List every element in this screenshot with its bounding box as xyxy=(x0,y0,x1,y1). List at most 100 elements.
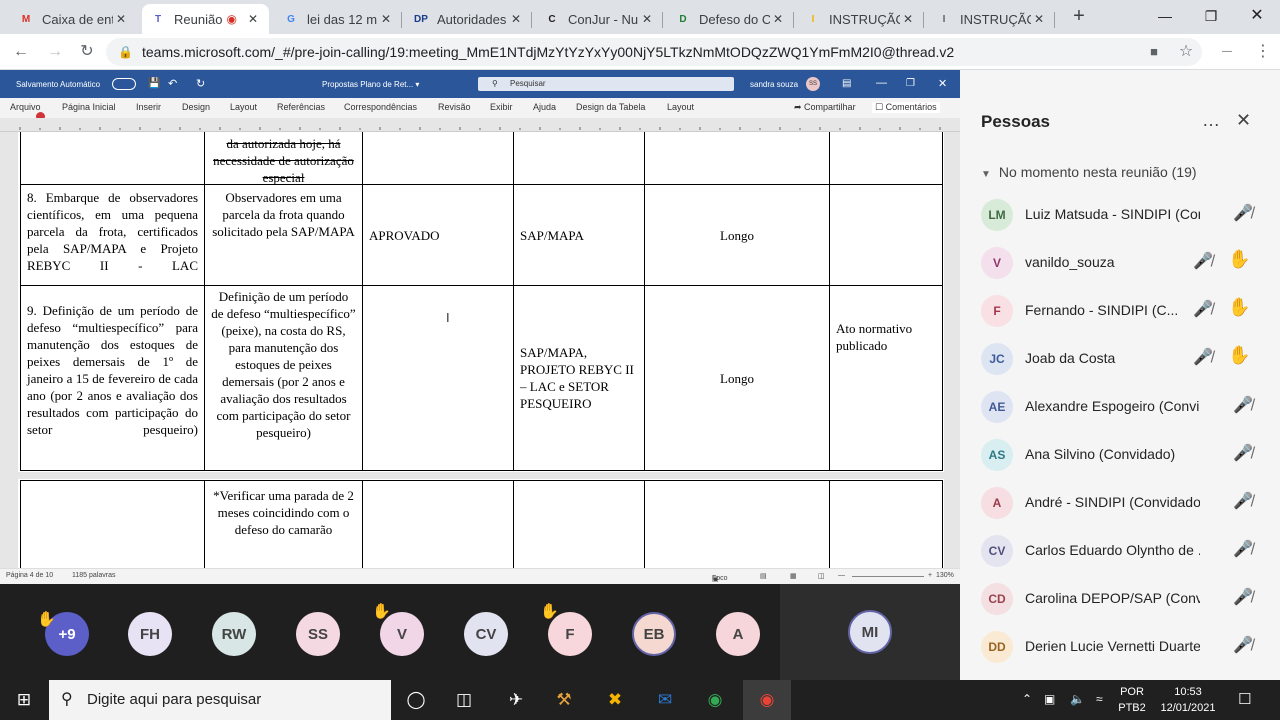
self-video-tile[interactable]: MI xyxy=(780,584,960,680)
browser-tab[interactable]: C ConJur - Nu ✕ xyxy=(536,4,663,34)
participant-row[interactable]: AE Alexandre Espogeiro (Convi... 🎤̸ xyxy=(960,383,1280,431)
address-bar[interactable]: 🔒 teams.microsoft.com/_#/pre-join-callin… xyxy=(106,38,1202,66)
raised-hand-icon: ✋ xyxy=(37,611,56,628)
bookmark-star-icon[interactable]: ☆ xyxy=(1175,41,1197,63)
tab-close-icon[interactable]: ✕ xyxy=(113,12,129,26)
task-view-icon[interactable]: ◫ xyxy=(452,688,476,712)
search-placeholder: Pesquisar xyxy=(510,79,546,88)
participant-avatar[interactable]: FH xyxy=(128,612,172,656)
reload-icon[interactable]: ↻ xyxy=(76,41,98,63)
redo-icon[interactable]: ↻ xyxy=(196,77,205,90)
word-menu-item[interactable]: Layout xyxy=(230,102,257,112)
participant-row[interactable]: Vvanildo_souza 🎤̸ ✋ xyxy=(960,239,1280,287)
document-area[interactable]: da autorizada hoje, há necessidade de au… xyxy=(0,132,960,568)
participant-avatar[interactable]: CV xyxy=(464,612,508,656)
browser-tab[interactable]: Glei das 12 m ✕ xyxy=(275,4,402,34)
participant-row[interactable]: CV Carlos Eduardo Olyntho de ... 🎤̸ xyxy=(960,527,1280,575)
cortana-icon[interactable]: ◯ xyxy=(404,688,428,712)
web-layout-icon[interactable]: ◫ xyxy=(818,572,825,580)
minimize-button[interactable]: — xyxy=(1142,0,1188,32)
restore-button[interactable]: ❐ xyxy=(1188,0,1234,32)
word-search-box[interactable]: ⚲ Pesquisar xyxy=(478,77,734,91)
mail-icon[interactable]: ✉ xyxy=(653,688,677,712)
participant-row[interactable]: JC Joab da Costa 🎤̸ ✋ xyxy=(960,335,1280,383)
word-close-icon[interactable]: ✕ xyxy=(938,77,947,90)
participant-row[interactable]: DD Derien Lucie Vernetti Duarte 🎤̸ xyxy=(960,623,1280,671)
word-minimize-icon[interactable]: — xyxy=(876,77,887,89)
word-menu-item[interactable]: Exibir xyxy=(490,102,513,112)
participant-avatar[interactable]: RW xyxy=(212,612,256,656)
chrome-menu-icon[interactable]: ⋮ xyxy=(1252,41,1274,63)
zoom-slider[interactable] xyxy=(852,576,924,577)
battery-icon[interactable]: ▣ xyxy=(1044,692,1055,706)
undo-icon[interactable]: ↶ xyxy=(168,77,177,90)
word-menu-item[interactable]: Ajuda xyxy=(533,102,556,112)
language-indicator[interactable]: POR PTB2 xyxy=(1118,684,1146,716)
taskbar-search[interactable]: ⚲ Digite aqui para pesquisar xyxy=(49,680,391,720)
word-menu-item[interactable]: Design xyxy=(182,102,210,112)
tab-close-icon[interactable]: ✕ xyxy=(770,12,786,26)
close-window-button[interactable]: ✕ xyxy=(1234,0,1280,32)
chrome-active-icon[interactable]: ◉ xyxy=(743,680,791,720)
ribbon-display-icon[interactable]: ▤ xyxy=(842,78,851,89)
autosave-toggle[interactable] xyxy=(112,78,136,90)
app-x-icon[interactable]: ✖ xyxy=(603,688,627,712)
participant-row[interactable]: CD Carolina DEPOP/SAP (Convi... 🎤̸ xyxy=(960,575,1280,623)
new-tab-button[interactable]: + xyxy=(1068,6,1090,28)
back-icon[interactable]: ← xyxy=(10,41,32,63)
participant-row[interactable]: F Fernando - SINDIPI (C... 🎤̸ ✋ xyxy=(960,287,1280,335)
clock[interactable]: 10:53 12/01/2021 xyxy=(1152,684,1224,716)
zoom-out-icon[interactable]: — xyxy=(838,572,845,579)
tab-close-icon[interactable]: ✕ xyxy=(245,12,261,26)
wifi-icon[interactable]: ≈ xyxy=(1096,692,1103,706)
camera-icon[interactable]: ■ xyxy=(1143,41,1165,63)
windows-start-icon[interactable]: ⊞ xyxy=(12,688,36,712)
participant-avatar[interactable]: SS xyxy=(296,612,340,656)
tab-close-icon[interactable]: ✕ xyxy=(1031,12,1047,26)
tab-close-icon[interactable]: ✕ xyxy=(508,12,524,26)
browser-tab[interactable]: D Defeso do C ✕ xyxy=(667,4,794,34)
print-layout-icon[interactable]: ▦ xyxy=(790,572,797,580)
app-icon[interactable]: ✈ xyxy=(504,688,528,712)
word-restore-icon[interactable]: ❐ xyxy=(906,78,915,89)
profile-icon[interactable]: ― xyxy=(1212,41,1242,63)
participant-avatar[interactable]: A xyxy=(716,612,760,656)
browser-tab[interactable]: M Caixa de ent ✕ xyxy=(10,4,137,34)
tab-close-icon[interactable]: ✕ xyxy=(378,12,394,26)
volume-icon[interactable]: 🔈 xyxy=(1070,692,1085,706)
chrome-icon[interactable]: ◉ xyxy=(703,688,727,712)
browser-tab[interactable]: T Reunião ◉ ✕ xyxy=(142,4,269,34)
participant-row[interactable]: AS Ana Silvino (Convidado) 🎤̸ xyxy=(960,431,1280,479)
app-tool-icon[interactable]: ⚒ xyxy=(552,688,576,712)
zoom-in-icon[interactable]: + xyxy=(928,572,932,579)
comments-button[interactable]: ☐ Comentários xyxy=(872,102,940,113)
share-button[interactable]: ➦ Compartilhar xyxy=(794,102,856,113)
word-menu-item[interactable]: Layout xyxy=(667,102,694,112)
word-menu-item[interactable]: Design da Tabela xyxy=(576,102,645,112)
participant-row[interactable]: A André - SINDIPI (Convidado) 🎤̸ xyxy=(960,479,1280,527)
zoom-level[interactable]: 130% xyxy=(936,572,954,579)
more-options-icon[interactable]: … xyxy=(1202,110,1220,131)
section-header[interactable]: ▼ No momento nesta reunião (19) xyxy=(981,164,1197,180)
word-menu-item[interactable]: Arquivo xyxy=(10,102,41,112)
browser-tab[interactable]: DP Autoridades ✕ xyxy=(405,4,532,34)
word-menu-item[interactable]: Referências xyxy=(277,102,325,112)
tray-chevron-icon[interactable]: ⌃ xyxy=(1022,692,1032,706)
forward-icon[interactable]: → xyxy=(44,41,66,63)
notifications-icon[interactable]: ☐ xyxy=(1238,690,1251,708)
status-text: APROVADO xyxy=(369,227,440,243)
participant-row[interactable]: LM Luiz Matsuda - SINDIPI (Con... 🎤̸ xyxy=(960,191,1280,239)
browser-tab[interactable]: I INSTRUÇÃO ✕ xyxy=(797,4,924,34)
close-icon[interactable]: ✕ xyxy=(1236,110,1251,131)
tab-close-icon[interactable]: ✕ xyxy=(900,12,916,26)
word-menu-item[interactable]: Revisão xyxy=(438,102,471,112)
word-menu-item[interactable]: Página Inicial xyxy=(62,102,116,112)
word-menu-item[interactable]: Inserir xyxy=(136,102,161,112)
browser-tab[interactable]: I INSTRUÇÃO ✕ xyxy=(928,4,1055,34)
tab-close-icon[interactable]: ✕ xyxy=(639,12,655,26)
word-menu-item[interactable]: Correspondências xyxy=(344,102,417,112)
participant-avatar[interactable]: EB xyxy=(632,612,676,656)
save-icon[interactable]: 💾 xyxy=(148,78,160,89)
read-mode-icon[interactable]: ▤ xyxy=(760,572,767,580)
doc-title[interactable]: Propostas Plano de Ret... ▾ xyxy=(322,80,419,89)
